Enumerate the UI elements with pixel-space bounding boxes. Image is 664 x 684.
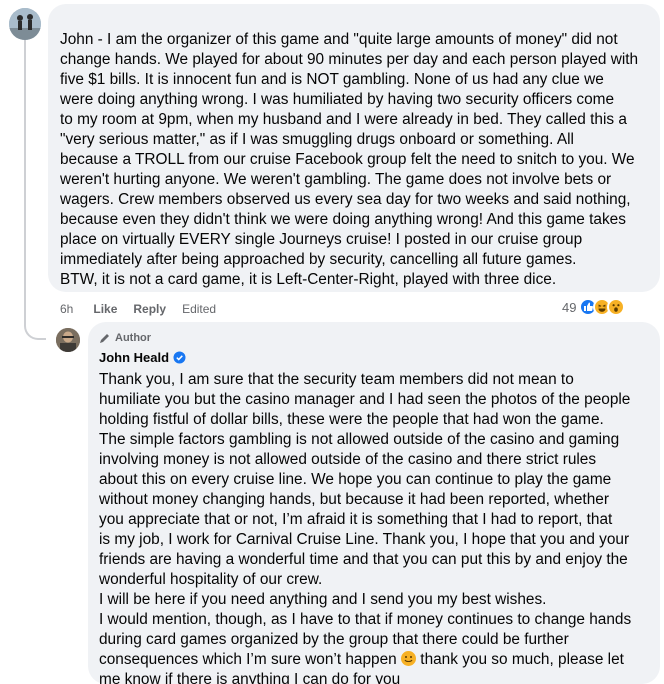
- author-avatar[interactable]: [56, 328, 80, 352]
- reaction-count: 49: [562, 299, 577, 315]
- comment-actions: 6h Like Reply Edited: [60, 300, 216, 318]
- reaction-summary[interactable]: 49: [562, 297, 626, 317]
- reply-text-main: Thank you, I am sure that the security t…: [99, 371, 632, 668]
- author-name-row: John Heald: [99, 347, 649, 367]
- reply-text: Thank you, I am sure that the security t…: [99, 370, 649, 684]
- comment-text: John - I am the organizer of this game a…: [60, 31, 639, 288]
- smiley-emoji-icon: [401, 651, 417, 666]
- like-button[interactable]: Like: [93, 302, 117, 316]
- wow-icon: [607, 298, 626, 316]
- thread-connector-line: [24, 40, 46, 340]
- author-name[interactable]: John Heald: [99, 350, 169, 365]
- comment-timestamp[interactable]: 6h: [60, 302, 73, 316]
- pen-icon: [100, 334, 109, 343]
- reply-bubble: Author John Heald Thank you, I am sure t…: [88, 322, 660, 684]
- reply-button[interactable]: Reply: [133, 302, 166, 316]
- comment-bubble: John - I am the organizer of this game a…: [48, 4, 660, 292]
- author-badge-label: Author: [115, 332, 152, 344]
- commenter-avatar[interactable]: [9, 8, 41, 40]
- verified-badge-icon: [173, 351, 186, 363]
- author-badge: Author: [99, 330, 649, 346]
- edited-label: Edited: [182, 302, 217, 316]
